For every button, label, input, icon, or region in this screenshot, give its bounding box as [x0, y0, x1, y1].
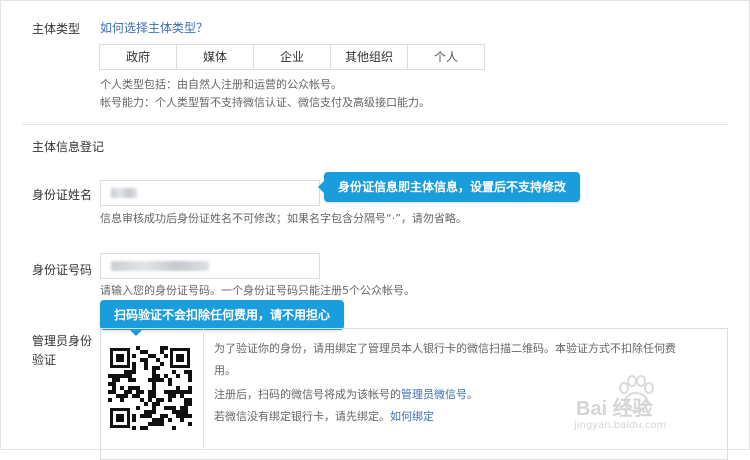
verify-text-2-prefix: 注册后，扫码的微信号将成为该帐号的: [214, 388, 401, 401]
watermark-url: jingyan.baidu.com: [574, 420, 667, 431]
blurred-id-number: [111, 261, 209, 271]
tooltip-scan-free: 扫码验证不会扣除任何费用，请不用担心: [100, 300, 345, 336]
entity-type-tabs: 政府 媒体 企业 其他组织 个人: [99, 44, 485, 70]
qr-code-icon[interactable]: [108, 346, 192, 430]
verify-text-2: 注册后，扫码的微信号将成为该帐号的管理员微信号。: [214, 386, 478, 402]
blurred-name: [111, 188, 137, 198]
id-name-label: 身份证姓名: [32, 188, 93, 202]
id-number-label: 身份证号码: [32, 263, 93, 277]
divider: [22, 124, 728, 125]
admin-verify-label-1: 管理员身份: [32, 334, 93, 348]
verify-panel-divider: [203, 328, 204, 450]
id-number-input[interactable]: [100, 253, 320, 279]
verify-text-1a: 为了验证你的身份，请用绑定了管理员本人银行卡的微信扫描二维码。本验证方式不扣除任…: [214, 342, 676, 355]
verify-text-3-prefix: 若微信没有绑定银行卡，请先绑定。: [214, 410, 390, 423]
verify-text-1b: 用。: [214, 364, 236, 377]
how-to-bind-link[interactable]: 如何绑定: [390, 410, 434, 423]
admin-wechat-link[interactable]: 管理员微信号: [401, 388, 467, 401]
tab-enterprise[interactable]: 企业: [253, 44, 331, 70]
id-name-input[interactable]: [100, 180, 320, 206]
tab-other-org[interactable]: 其他组织: [330, 44, 408, 70]
verify-text-2-suffix: 。: [467, 388, 478, 401]
watermark-brand: Bai 经验: [576, 398, 653, 420]
entity-type-label: 主体类型: [32, 22, 81, 36]
admin-verify-label-2: 验证: [32, 353, 57, 367]
entity-type-desc-1: 个人类型包括：由自然人注册和运营的公众帐号。: [100, 78, 342, 91]
tab-government[interactable]: 政府: [99, 44, 177, 70]
tooltip-id-info: 身份证信息即主体信息，设置后不支持修改: [317, 172, 581, 202]
section-title: 主体信息登记: [32, 140, 105, 154]
entity-type-desc-2: 帐号能力：个人类型暂不支持微信认证、微信支付及高级接口能力。: [100, 96, 430, 109]
id-name-hint: 信息审核成功后身份证姓名不可修改；如果名字包含分隔号“·”，请勿省略。: [100, 212, 467, 225]
entity-type-help-link[interactable]: 如何选择主体类型？: [100, 19, 208, 36]
id-number-hint: 请输入您的身份证号码。一个身份证号码只能注册5个公众帐号。: [100, 284, 415, 297]
tab-media[interactable]: 媒体: [176, 44, 254, 70]
tab-individual[interactable]: 个人: [407, 44, 485, 70]
verify-text-3: 若微信没有绑定银行卡，请先绑定。如何绑定: [214, 408, 434, 424]
baidu-jingyan-watermark: Bai 经验 jingyan.baidu.com: [574, 374, 724, 434]
